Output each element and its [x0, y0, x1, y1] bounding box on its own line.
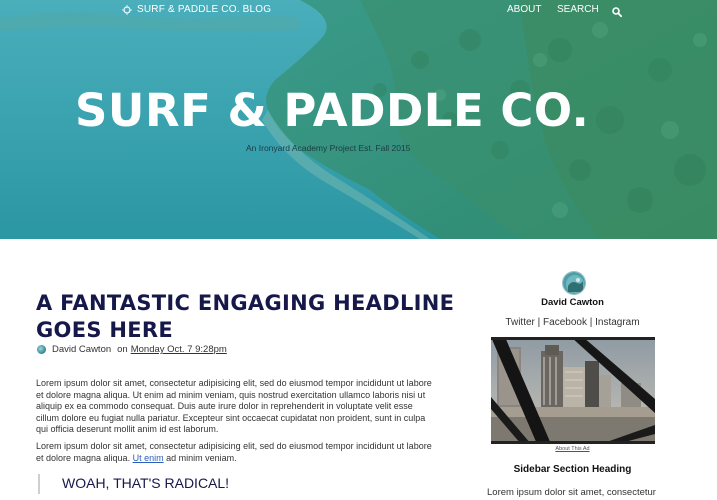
brand-link[interactable]: SURF & PADDLE CO. BLOG: [122, 4, 271, 15]
post-paragraph: Lorem ipsum dolor sit amet, consectetur …: [36, 378, 432, 434]
post-headline[interactable]: A FANTASTIC ENGAGING HEADLINE GOES HERE: [36, 290, 456, 344]
author-name: David Cawton: [52, 344, 112, 355]
instagram-link[interactable]: Instagram: [595, 317, 639, 328]
social-links: Twitter | Facebook | Instagram: [490, 317, 655, 328]
ad-caption-link[interactable]: About This Ad: [490, 446, 655, 452]
sidebar-ad-image[interactable]: [491, 337, 655, 444]
sidebar-avatar: [562, 271, 586, 295]
search-icon[interactable]: [612, 4, 623, 22]
sidebar-text: Lorem ipsum dolor sit amet, consectetur: [487, 487, 656, 498]
author-avatar: [37, 345, 46, 354]
hero-subtitle: An Ironyard Academy Project Est. Fall 20…: [246, 143, 411, 153]
sidebar-section-heading: Sidebar Section Heading: [513, 464, 632, 475]
facebook-link[interactable]: Facebook: [543, 317, 587, 328]
hero-title: SURF & PADDLE CO.: [75, 84, 590, 137]
social-separator: |: [534, 317, 544, 328]
sun-icon: [122, 4, 132, 15]
post-byline: David Cawton on Monday Oct. 7 9:28pm: [37, 344, 227, 355]
sidebar-author-name: David Cawton: [541, 297, 604, 308]
nav-about-link[interactable]: ABOUT: [507, 4, 541, 15]
hero-banner: SURF & PADDLE CO. BLOG ABOUT SEARCH SURF…: [0, 0, 717, 239]
twitter-link[interactable]: Twitter: [505, 317, 534, 328]
byline-on: on: [117, 344, 128, 355]
top-navigation: SURF & PADDLE CO. BLOG ABOUT SEARCH: [0, 0, 717, 22]
post-date-link[interactable]: Monday Oct. 7 9:28pm: [131, 344, 227, 355]
pull-quote: WOAH, THAT'S RADICAL!: [38, 474, 229, 494]
social-separator: |: [586, 317, 596, 328]
inline-link[interactable]: Ut enim: [133, 453, 164, 463]
nav-search-link[interactable]: SEARCH: [557, 4, 599, 15]
brand-label: SURF & PADDLE CO. BLOG: [137, 4, 272, 15]
post-paragraph-2: Lorem ipsum dolor sit amet, consectetur …: [36, 441, 436, 464]
paragraph-text-end: ad minim veniam.: [163, 452, 237, 463]
